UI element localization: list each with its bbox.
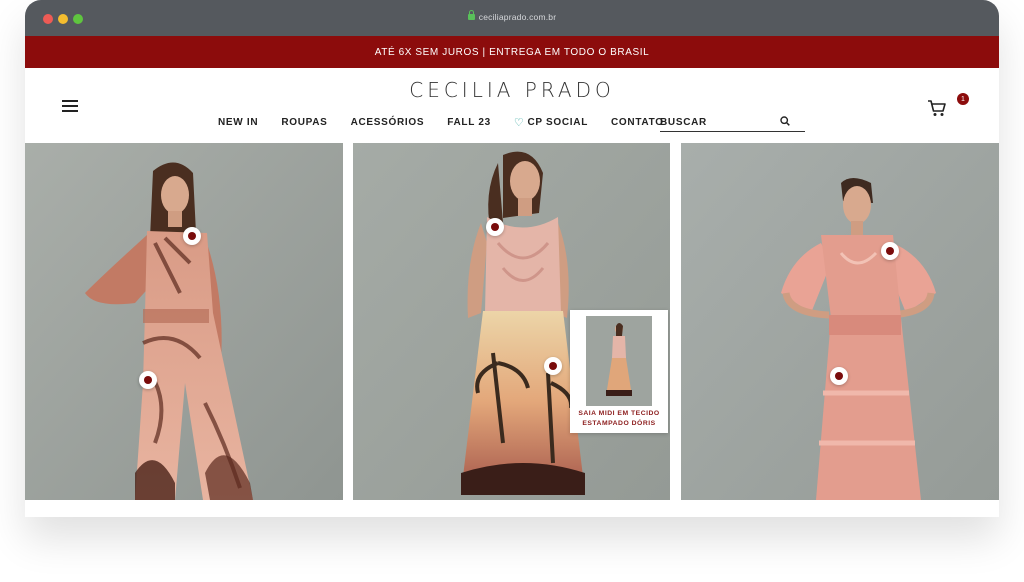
site-logo[interactable]: CECILIA PRADO <box>25 78 999 102</box>
url-text: ceciliaprado.com.br <box>478 12 557 22</box>
search-input[interactable] <box>660 115 780 128</box>
nav-cp-social[interactable]: ♡ CP SOCIAL <box>514 116 588 129</box>
search-icon[interactable] <box>780 116 790 126</box>
model-photo-3 <box>681 143 999 500</box>
nav-cp-social-label: CP SOCIAL <box>527 116 589 128</box>
product-image-3[interactable] <box>681 143 999 500</box>
product-hotspot[interactable] <box>830 367 848 385</box>
product-image-1[interactable] <box>25 143 343 500</box>
search-bar <box>660 112 805 132</box>
product-image-2[interactable]: SAIA MIDI EM TECIDO ESTAMPADO DÓRIS <box>353 143 670 500</box>
product-preview-card[interactable]: SAIA MIDI EM TECIDO ESTAMPADO DÓRIS <box>570 310 668 433</box>
product-card-caption: SAIA MIDI EM TECIDO ESTAMPADO DÓRIS <box>572 409 666 429</box>
lock-icon <box>467 10 475 20</box>
product-hotspot[interactable] <box>881 242 899 260</box>
cart-icon[interactable] <box>927 99 947 117</box>
nav-fall-23[interactable]: FALL 23 <box>447 117 491 128</box>
product-hotspot[interactable] <box>544 357 562 375</box>
browser-titlebar: ceciliaprado.com.br <box>25 0 999 36</box>
product-caption-line1: SAIA MIDI EM TECIDO <box>578 410 660 417</box>
product-hotspot[interactable] <box>486 218 504 236</box>
promo-bar: ATÉ 6X SEM JUROS | ENTREGA EM TODO O BRA… <box>25 36 999 68</box>
promo-text: ATÉ 6X SEM JUROS | ENTREGA EM TODO O BRA… <box>374 46 650 58</box>
cart-count-badge: 1 <box>957 93 969 105</box>
nav-roupas[interactable]: ROUPAS <box>281 117 327 128</box>
nav-contato[interactable]: CONTATO <box>611 117 664 128</box>
nav-new-in[interactable]: NEW IN <box>218 117 258 128</box>
product-caption-line2: ESTAMPADO DÓRIS <box>582 420 656 427</box>
product-thumbnail <box>586 316 652 406</box>
heart-icon: ♡ <box>513 116 525 129</box>
nav-acessorios[interactable]: ACESSÓRIOS <box>351 117 425 128</box>
address-bar[interactable]: ceciliaprado.com.br <box>25 10 999 22</box>
browser-window: ceciliaprado.com.br ATÉ 6X SEM JUROS | E… <box>25 0 999 517</box>
site-header: CECILIA PRADO NEW IN ROUPAS ACESSÓRIOS F… <box>25 68 999 143</box>
model-photo-1 <box>25 143 343 500</box>
product-hotspot[interactable] <box>183 227 201 245</box>
main-nav: NEW IN ROUPAS ACESSÓRIOS FALL 23 ♡ CP SOC… <box>218 115 687 129</box>
product-hotspot[interactable] <box>139 371 157 389</box>
